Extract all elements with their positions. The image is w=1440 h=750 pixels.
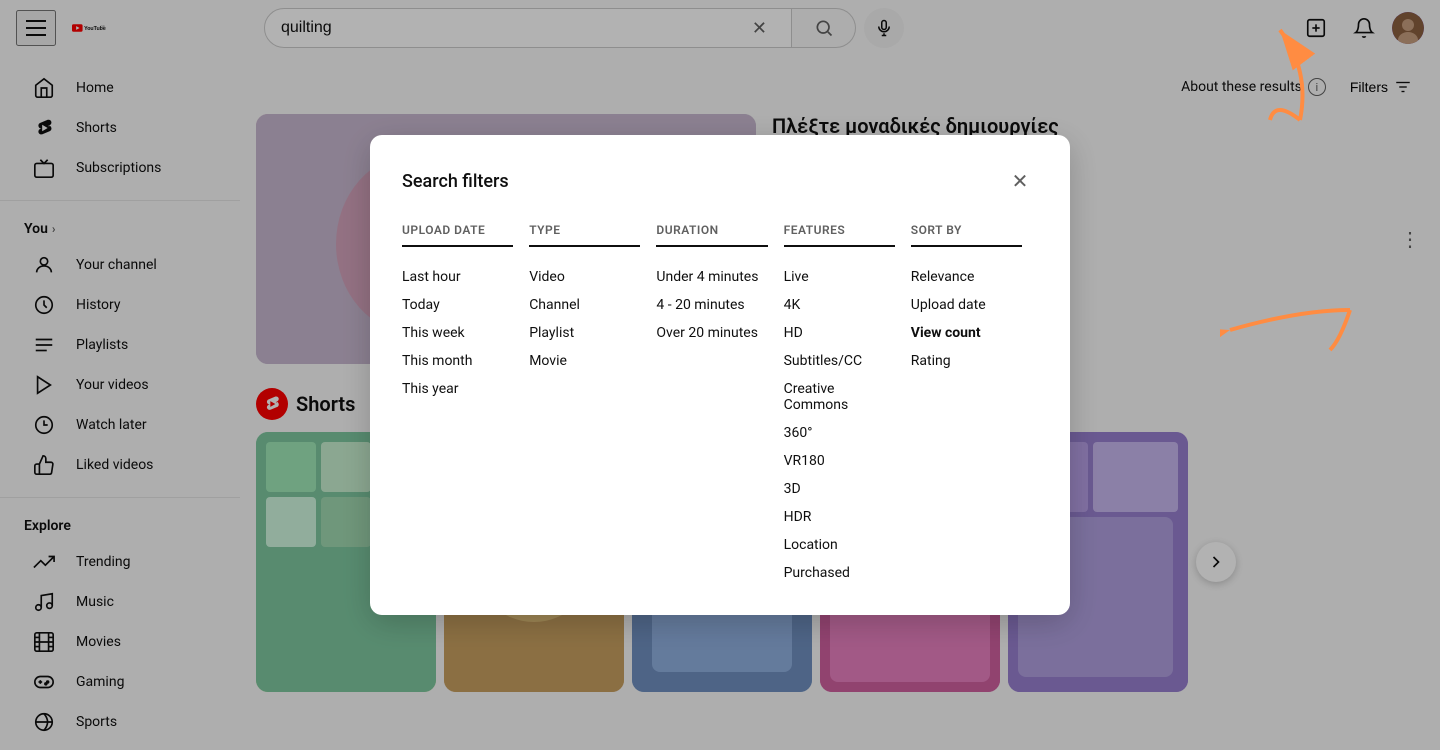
filter-col-type: TYPE Video Channel Playlist Movie: [529, 223, 656, 587]
filter-option-360[interactable]: 360°: [784, 419, 895, 447]
filter-col-features: FEATURES Live 4K HD Subtitles/CC Creativ…: [784, 223, 911, 587]
filter-col-duration: DURATION Under 4 minutes 4 - 20 minutes …: [656, 223, 783, 587]
upload-date-header: UPLOAD DATE: [402, 223, 513, 247]
type-header: TYPE: [529, 223, 640, 247]
filter-option-over-20[interactable]: Over 20 minutes: [656, 319, 767, 347]
duration-header: DURATION: [656, 223, 767, 247]
filter-option-4-20[interactable]: 4 - 20 minutes: [656, 291, 767, 319]
filter-option-last-hour[interactable]: Last hour: [402, 263, 513, 291]
filter-option-subtitles[interactable]: Subtitles/CC: [784, 347, 895, 375]
filter-option-3d[interactable]: 3D: [784, 475, 895, 503]
filter-option-channel[interactable]: Channel: [529, 291, 640, 319]
filter-col-upload-date: UPLOAD DATE Last hour Today This week Th…: [402, 223, 529, 587]
sort-by-header: SORT BY: [911, 223, 1022, 247]
filter-option-relevance[interactable]: Relevance: [911, 263, 1022, 291]
filter-option-location[interactable]: Location: [784, 531, 895, 559]
filter-option-today[interactable]: Today: [402, 291, 513, 319]
filter-option-rating[interactable]: Rating: [911, 347, 1022, 375]
filter-option-vr180[interactable]: VR180: [784, 447, 895, 475]
modal-close-button[interactable]: ✕: [1002, 163, 1038, 199]
filter-option-this-week[interactable]: This week: [402, 319, 513, 347]
filter-option-video[interactable]: Video: [529, 263, 640, 291]
filter-option-hdr[interactable]: HDR: [784, 503, 895, 531]
filter-option-this-year[interactable]: This year: [402, 375, 513, 403]
modal-title: Search filters: [402, 171, 509, 192]
filter-option-this-month[interactable]: This month: [402, 347, 513, 375]
features-header: FEATURES: [784, 223, 895, 247]
filter-option-playlist[interactable]: Playlist: [529, 319, 640, 347]
filter-option-live[interactable]: Live: [784, 263, 895, 291]
search-filters-modal: Search filters ✕ UPLOAD DATE Last hour T…: [370, 135, 1070, 615]
filter-col-sort-by: SORT BY Relevance Upload date View count…: [911, 223, 1038, 587]
filter-option-4k[interactable]: 4K: [784, 291, 895, 319]
filter-option-upload-date[interactable]: Upload date: [911, 291, 1022, 319]
modal-overlay[interactable]: Search filters ✕ UPLOAD DATE Last hour T…: [0, 0, 1440, 750]
filter-option-movie[interactable]: Movie: [529, 347, 640, 375]
filters-grid: UPLOAD DATE Last hour Today This week Th…: [402, 223, 1038, 587]
filter-option-creative-commons[interactable]: Creative Commons: [784, 375, 895, 419]
filter-option-view-count[interactable]: View count: [911, 319, 1022, 347]
filter-option-hd[interactable]: HD: [784, 319, 895, 347]
modal-header: Search filters ✕: [402, 163, 1038, 199]
filter-option-purchased[interactable]: Purchased: [784, 559, 895, 587]
filter-option-under-4[interactable]: Under 4 minutes: [656, 263, 767, 291]
